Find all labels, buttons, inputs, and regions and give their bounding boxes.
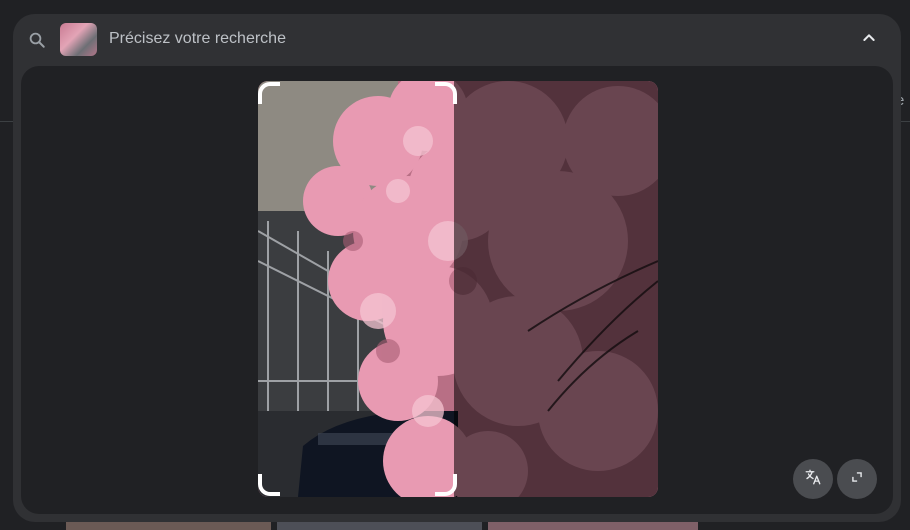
expand-button[interactable]	[837, 459, 877, 499]
search-icon	[28, 31, 46, 49]
lens-search-panel: Précisez votre recherche	[13, 14, 901, 522]
translate-button[interactable]	[793, 459, 833, 499]
image-viewer	[21, 66, 893, 514]
query-photo[interactable]	[258, 81, 658, 497]
chevron-up-icon	[861, 30, 877, 51]
unselected-area-overlay	[454, 81, 658, 497]
query-image-thumbnail[interactable]	[60, 23, 97, 56]
expand-icon	[850, 470, 864, 489]
collapse-button[interactable]	[855, 26, 883, 54]
translate-icon	[804, 468, 822, 491]
search-input[interactable]: Précisez votre recherche	[109, 30, 286, 48]
